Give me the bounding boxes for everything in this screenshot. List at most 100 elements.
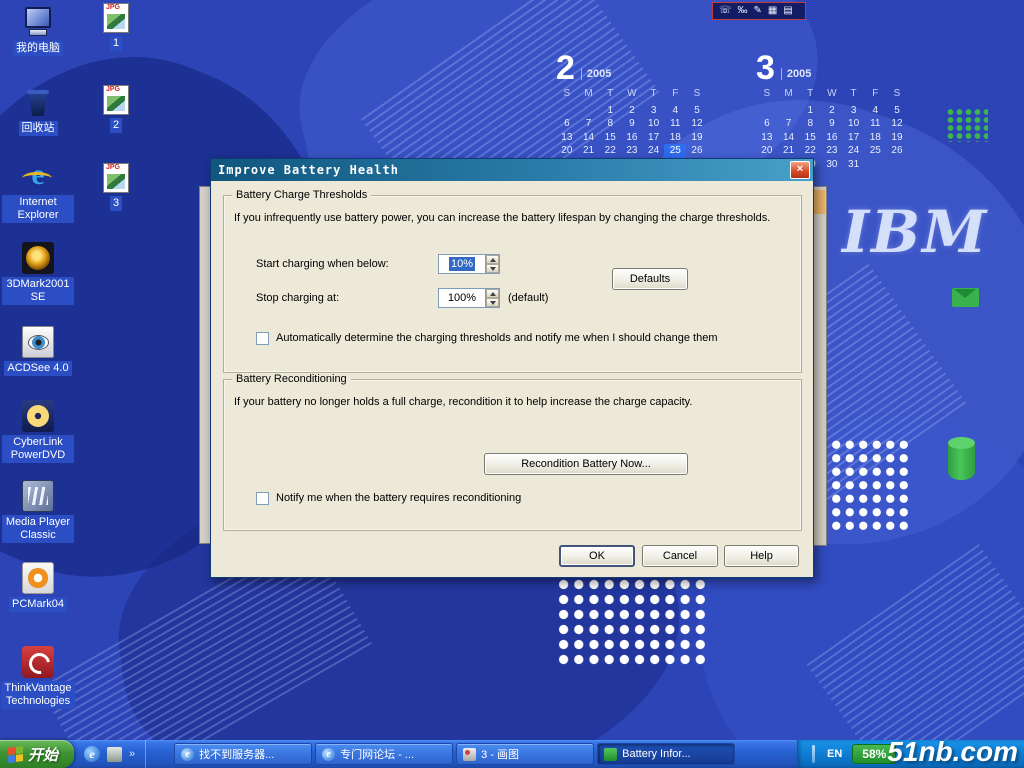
- notify-reconditioning-checkbox[interactable]: [256, 492, 269, 505]
- taskbar-task-button[interactable]: 3 - 画图: [456, 743, 594, 765]
- language-indicator[interactable]: EN: [827, 748, 842, 760]
- dot-grid-pattern: [556, 577, 709, 668]
- capture-toolbar-icon[interactable]: ‰: [738, 5, 748, 16]
- group-legend: Battery Charge Thresholds: [232, 189, 371, 201]
- capture-toolbar-icon[interactable]: ☏: [719, 5, 732, 16]
- calendar-day-cell: 14: [778, 131, 800, 145]
- auto-determine-checkbox[interactable]: [256, 332, 269, 345]
- calendar-february-2005: 2 2005 SMTWTFS 1234567891011121314151617…: [556, 52, 708, 171]
- recondition-battery-button[interactable]: Recondition Battery Now...: [484, 453, 688, 475]
- calendar-day-header: S: [556, 87, 578, 101]
- desktop-icon-powerdvd[interactable]: CyberLink PowerDVD: [2, 400, 74, 463]
- stop-threshold-spinner[interactable]: 100%: [438, 288, 500, 308]
- capture-toolbar-icon[interactable]: ✎: [754, 5, 762, 16]
- taskbar: 开始 e » 找不到服务器... 专门网论坛 - ... 3 - 画图 Batt…: [0, 740, 1024, 768]
- calendar-day-cell: 19: [886, 131, 908, 145]
- icon-label: CyberLink PowerDVD: [2, 435, 74, 463]
- desktop-icon-jpg-2[interactable]: 2: [80, 84, 152, 133]
- calendar-day-cell: 3: [843, 104, 865, 118]
- task-button-icon: [604, 748, 617, 761]
- icon-label: 2: [110, 118, 122, 133]
- spin-down-button[interactable]: [486, 264, 499, 273]
- desktop-icon-media-player-classic[interactable]: Media Player Classic: [2, 480, 74, 543]
- 51nb-watermark: 51nb.com: [887, 736, 1018, 768]
- icon-label: Internet Explorer: [2, 195, 74, 223]
- spin-down-button[interactable]: [486, 298, 499, 307]
- battery-reconditioning-group: Battery Reconditioning If your battery n…: [223, 379, 802, 531]
- desktop-icon-jpg-1[interactable]: 1: [80, 2, 152, 51]
- help-button[interactable]: Help: [724, 545, 799, 567]
- powerdvd-icon: [22, 400, 54, 432]
- calendar-day-cell: 5: [886, 104, 908, 118]
- calendar-day-cell: 23: [621, 144, 643, 158]
- recycle-bin-icon: [22, 86, 54, 118]
- desktop-icon-pcmark04[interactable]: PCMark04: [2, 562, 74, 612]
- taskbar-task-button[interactable]: Battery Infor...: [597, 743, 735, 765]
- media-player-classic-icon: [22, 480, 54, 512]
- calendar-day-cell: 2: [621, 104, 643, 118]
- desktop-icon-acdsee[interactable]: ACDSee 4.0: [2, 326, 74, 376]
- keypad-grid-icon: [946, 108, 988, 142]
- taskbar-task-button[interactable]: 找不到服务器...: [174, 743, 312, 765]
- windows-logo-icon: [8, 745, 23, 762]
- taskbar-task-button[interactable]: 专门网论坛 - ...: [315, 743, 453, 765]
- calendar-day-cell: 21: [578, 144, 600, 158]
- desktop-icon-3dmark2001[interactable]: 3DMark2001 SE: [2, 242, 74, 305]
- calendar-day-cell: 17: [643, 131, 665, 145]
- calendar-day-header: W: [621, 87, 643, 101]
- ok-button[interactable]: OK: [559, 545, 635, 567]
- spin-up-button[interactable]: [486, 255, 499, 264]
- thinkvantage-icon: [22, 646, 54, 678]
- calendar-day-cell: 21: [778, 144, 800, 158]
- calendar-day-cell: 6: [556, 117, 578, 131]
- calendar-day-cell: 22: [799, 144, 821, 158]
- calendar-day-cell: [556, 104, 578, 118]
- desktop-icon-jpg-3[interactable]: 3: [80, 162, 152, 211]
- icon-label: ThinkVantage Technologies: [1, 681, 74, 709]
- cancel-button[interactable]: Cancel: [642, 545, 718, 567]
- calendar-day-cell: 16: [821, 131, 843, 145]
- calendar-day-cell: 6: [756, 117, 778, 131]
- capture-toolbar-icon[interactable]: ▤: [783, 5, 792, 16]
- spin-up-button[interactable]: [486, 289, 499, 298]
- desktop-icon-thinkvantage[interactable]: ThinkVantage Technologies: [2, 646, 74, 709]
- icon-label: 1: [110, 36, 122, 51]
- calendar-day-cell: 3: [643, 104, 665, 118]
- defaults-button[interactable]: Defaults: [612, 268, 688, 290]
- start-threshold-spinner[interactable]: 10%: [438, 254, 500, 274]
- calendar-day-cell: 30: [821, 158, 843, 172]
- dialog-body: Battery Charge Thresholds If you infrequ…: [211, 181, 813, 577]
- dialog-titlebar[interactable]: Improve Battery Health ×: [211, 159, 813, 181]
- start-button[interactable]: 开始: [0, 740, 74, 768]
- desktop-icon-recycle-bin[interactable]: 回收站: [2, 86, 74, 136]
- quick-launch-ie-icon[interactable]: e: [84, 746, 100, 762]
- close-button[interactable]: ×: [790, 161, 810, 179]
- quick-launch-media-icon[interactable]: [107, 747, 122, 762]
- quick-launch-overflow-chevron[interactable]: »: [129, 748, 135, 760]
- calendar-day-header: T: [799, 87, 821, 101]
- calendar-day-cell: 15: [799, 131, 821, 145]
- calendar-day-cell: 5: [686, 104, 708, 118]
- calendar-day-header: S: [686, 87, 708, 101]
- ibm-logo: IBM: [842, 198, 988, 266]
- stop-charging-label: Stop charging at:: [256, 292, 339, 304]
- calendar-day-cell: 18: [864, 131, 886, 145]
- calendar-day-cell: 2: [821, 104, 843, 118]
- calendar-day-cell: 11: [664, 117, 686, 131]
- calendar-day-cell: 10: [843, 117, 865, 131]
- task-button-label: 专门网论坛 - ...: [340, 746, 414, 762]
- desktop: IBM ☏‰✎▦▤ 2 2005 SMTWTFS 123456789101112…: [0, 0, 1024, 768]
- calendar-day-cell: 13: [556, 131, 578, 145]
- icon-label: ACDSee 4.0: [4, 361, 71, 376]
- calendar-march-2005: 3 2005 SMTWTFS 1234567891011121314151617…: [756, 52, 908, 171]
- calendar-day-cell: 1: [799, 104, 821, 118]
- desktop-icon-my-computer[interactable]: 我的电脑: [2, 6, 74, 56]
- task-buttons: 找不到服务器... 专门网论坛 - ... 3 - 画图 Battery Inf…: [174, 743, 735, 765]
- capture-toolbar-icon[interactable]: ▦: [768, 5, 777, 16]
- my-computer-icon: [22, 6, 54, 38]
- stop-threshold-value: 100%: [439, 289, 485, 307]
- calendar-month-numeral: 2: [556, 52, 575, 84]
- desktop-icon-internet-explorer[interactable]: e Internet Explorer: [2, 160, 74, 223]
- calendar-day-cell: [756, 104, 778, 118]
- calendar-day-cell: [778, 104, 800, 118]
